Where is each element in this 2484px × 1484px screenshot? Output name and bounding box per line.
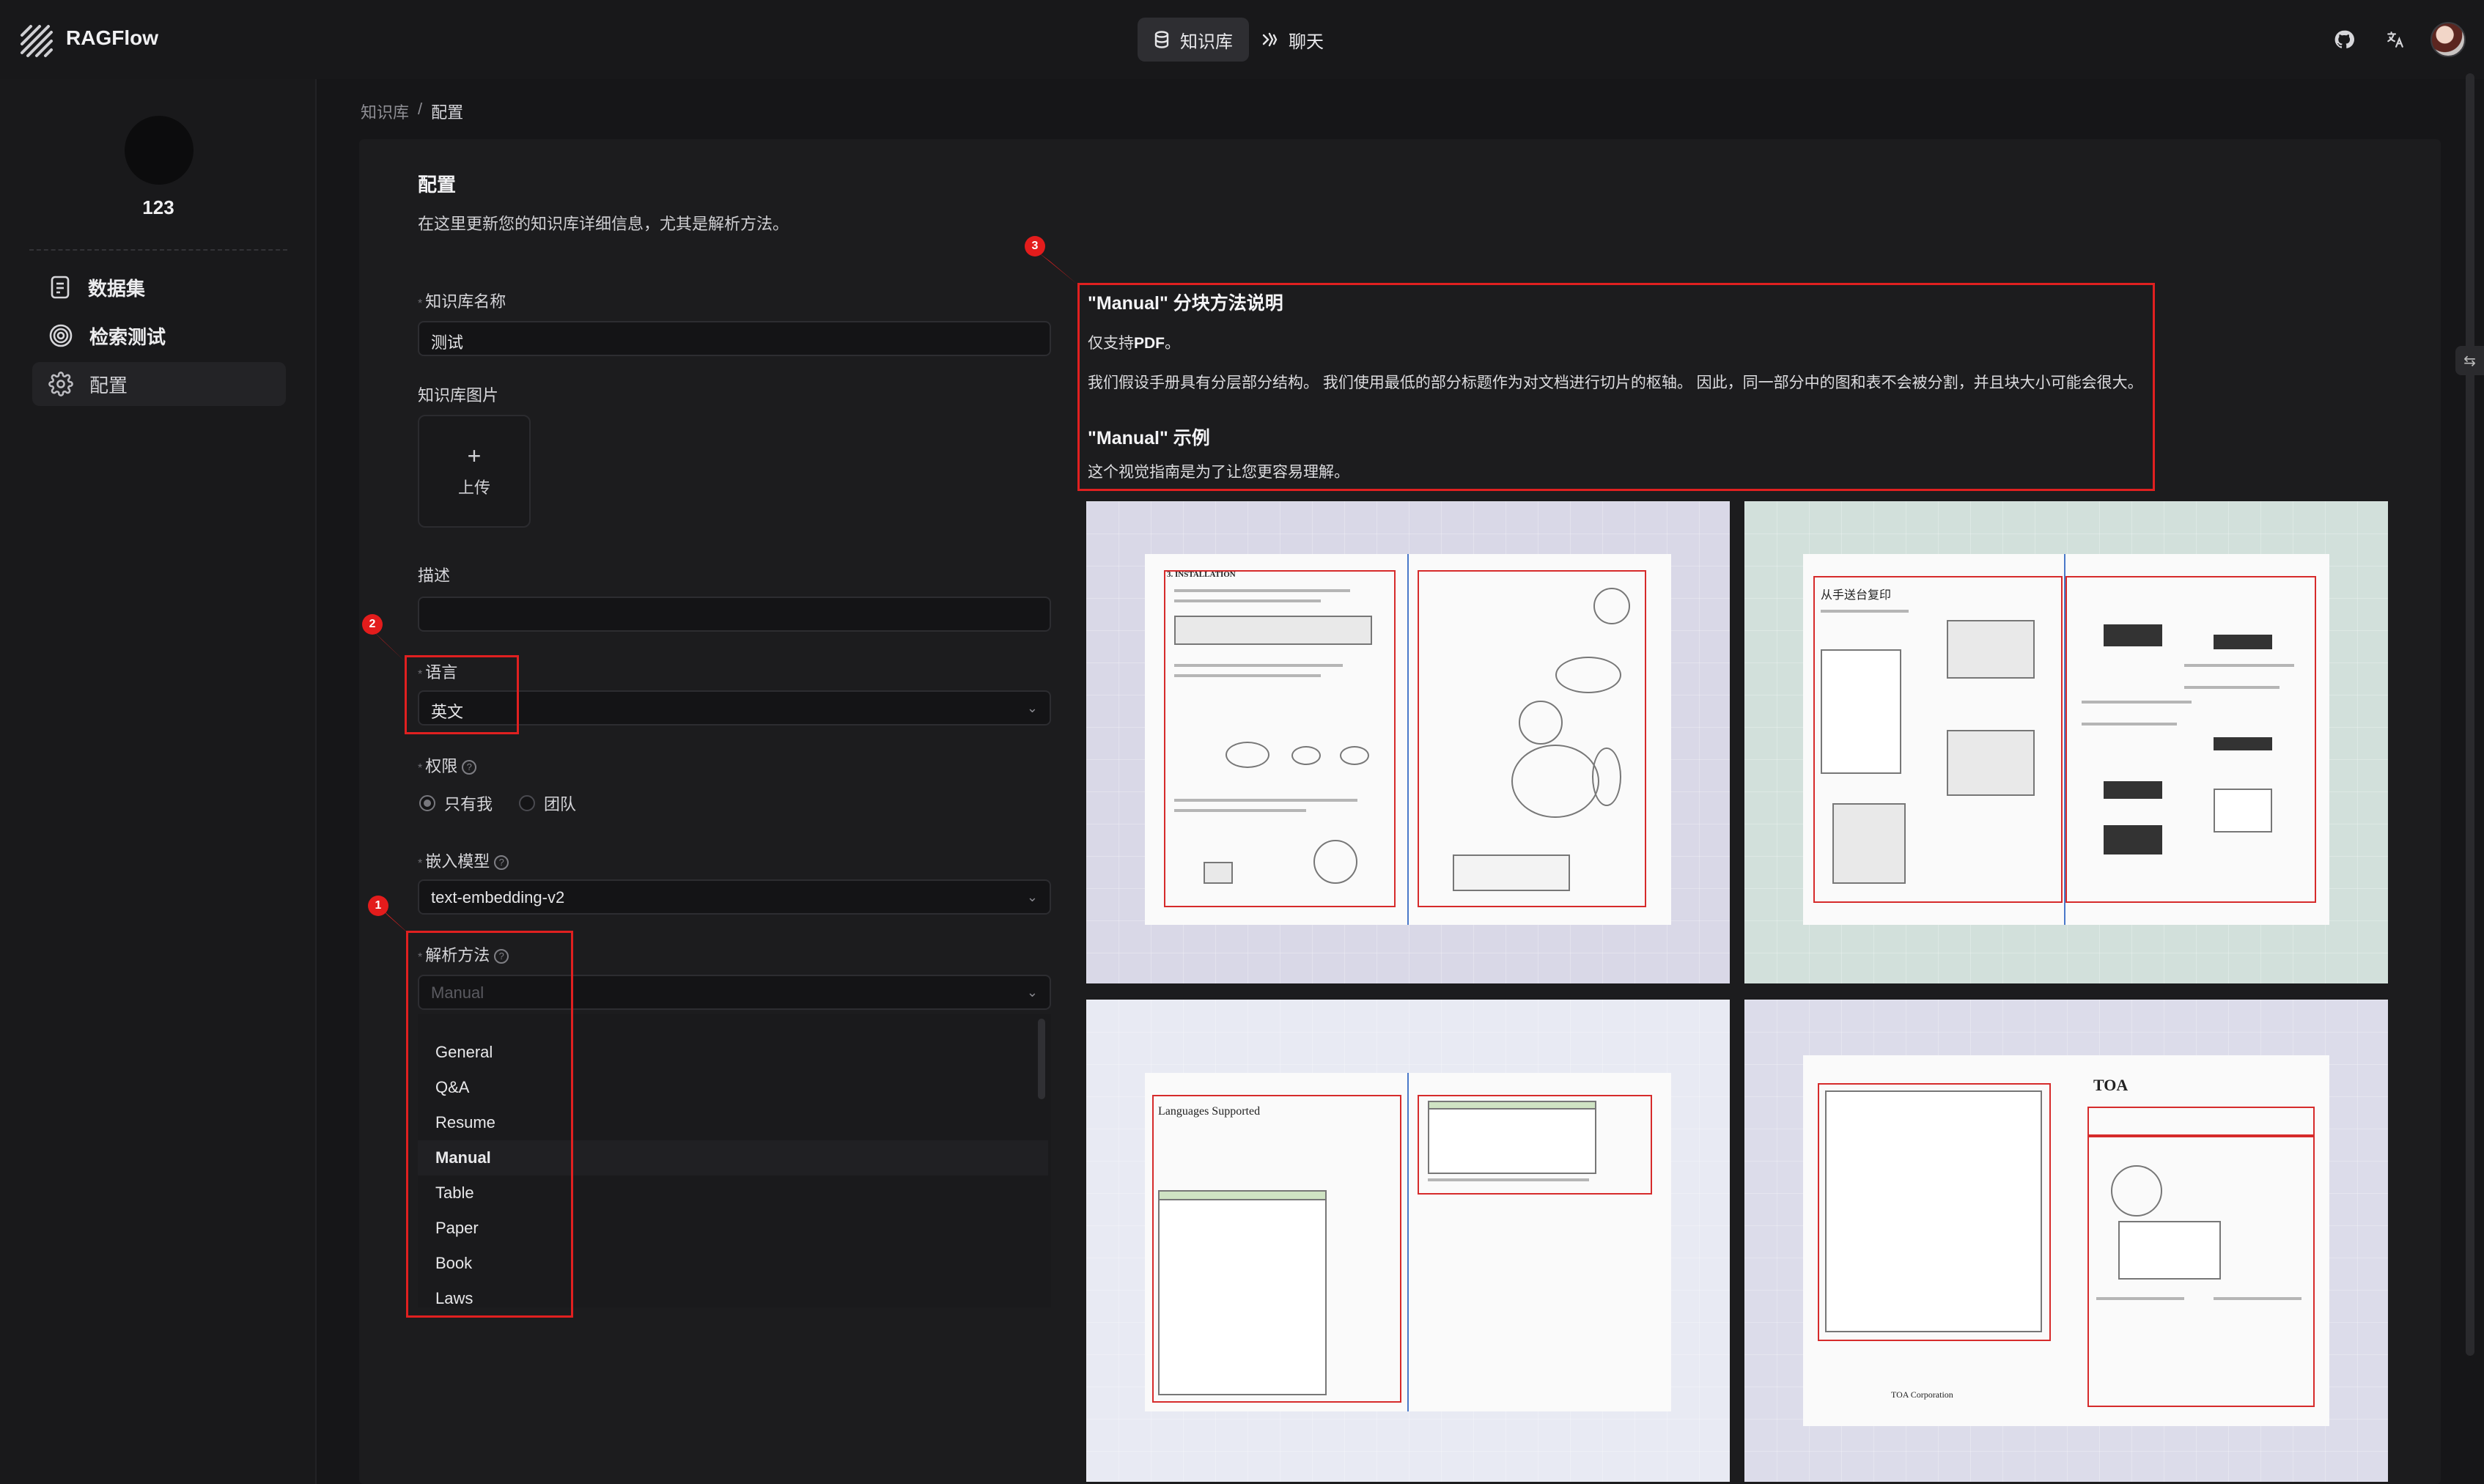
brand-name[interactable]: RAGFlow [66,26,158,50]
breadcrumb-current: 配置 [431,103,464,122]
nav-chat-label: 聊天 [1289,32,1324,52]
example-image-toa: TOA TOA Corporation [1744,1000,2388,1482]
document-icon [51,276,70,299]
kb-name-label: * 知识库名称 [418,292,506,311]
chat-icon [1262,32,1278,47]
user-avatar[interactable] [2430,22,2466,57]
sidebar-divider [29,249,287,251]
nav-chat[interactable]: 聊天 [1245,18,1340,62]
sidebar: 123 数据集 检索测试 配置 [0,79,317,1484]
page-subtitle: 在这里更新您的知识库详细信息，尤其是解析方法。 [418,215,789,233]
kb-name: 123 [142,196,174,218]
toa-brand: TOA [2093,1076,2129,1094]
nav-knowledge-base[interactable]: 知识库 [1138,18,1249,62]
page-title: 配置 [418,174,457,196]
toa-footer: TOA Corporation [1891,1389,1953,1400]
translate-icon[interactable] [2382,26,2409,53]
kb-image-label: 知识库图片 [418,386,499,405]
sidebar-item-config-label: 配置 [89,374,128,396]
page-scrollbar[interactable] [2466,73,2474,1356]
breadcrumb-root[interactable]: 知识库 [361,100,409,123]
sidebar-item-dataset-label: 数据集 [88,277,146,300]
github-icon[interactable] [2331,26,2357,53]
upload-button[interactable]: + 上传 [418,415,531,528]
sidebar-item-retrieval-test-label: 检索测试 [89,325,166,348]
sidebar-item-dataset[interactable]: 数据集 [32,265,286,309]
kb-avatar [125,116,194,185]
breadcrumb-separator: / [418,100,423,118]
example-image-copy-manual: 从手送台复印 [1744,501,2388,983]
target-icon [49,324,73,347]
translate-side-icon[interactable]: ⇆ [2455,346,2484,375]
example-image-installation: 3. INSTALLATION [1086,501,1730,983]
kb-name-input[interactable]: 测试 [418,321,1051,356]
annotation-arrow-3 [1038,252,1077,284]
chevron-down-icon: ⌄ [1026,985,1038,1000]
method-support: 仅支持PDF。 [1088,335,1180,352]
top-bar: RAGFlow 知识库 聊天 [0,0,2484,79]
description-label: 描述 [418,566,451,585]
gear-icon [48,372,73,396]
installation-title: 3. INSTALLATION [1167,570,1236,579]
sidebar-item-retrieval-test[interactable]: 检索测试 [32,314,286,358]
copy-manual-title: 从手送台复印 [1821,589,1892,602]
example-image-languages: Languages Supported [1086,1000,1730,1482]
nav-knowledge-base-label: 知识库 [1180,32,1233,52]
annotation-box-1 [406,931,573,1318]
example-heading: "Manual" 示例 [1088,428,1210,448]
method-heading: "Manual" 分块方法说明 [1088,293,1283,314]
database-icon [1154,31,1169,48]
upload-label: 上传 [457,479,490,497]
languages-title: Languages Supported [1158,1105,1261,1118]
sidebar-item-config[interactable]: 配置 [32,362,286,406]
ragflow-logo-icon[interactable] [18,22,56,60]
plus-icon: + [467,443,482,469]
breadcrumb: 知识库 / 配置 [361,100,463,123]
method-body: 我们假设手册具有分层部分结构。 我们使用最低的部分标题作为对文档进行切片的枢轴。… [1088,374,2143,391]
example-body: 这个视觉指南是为了让您更容易理解。 [1088,464,1349,481]
